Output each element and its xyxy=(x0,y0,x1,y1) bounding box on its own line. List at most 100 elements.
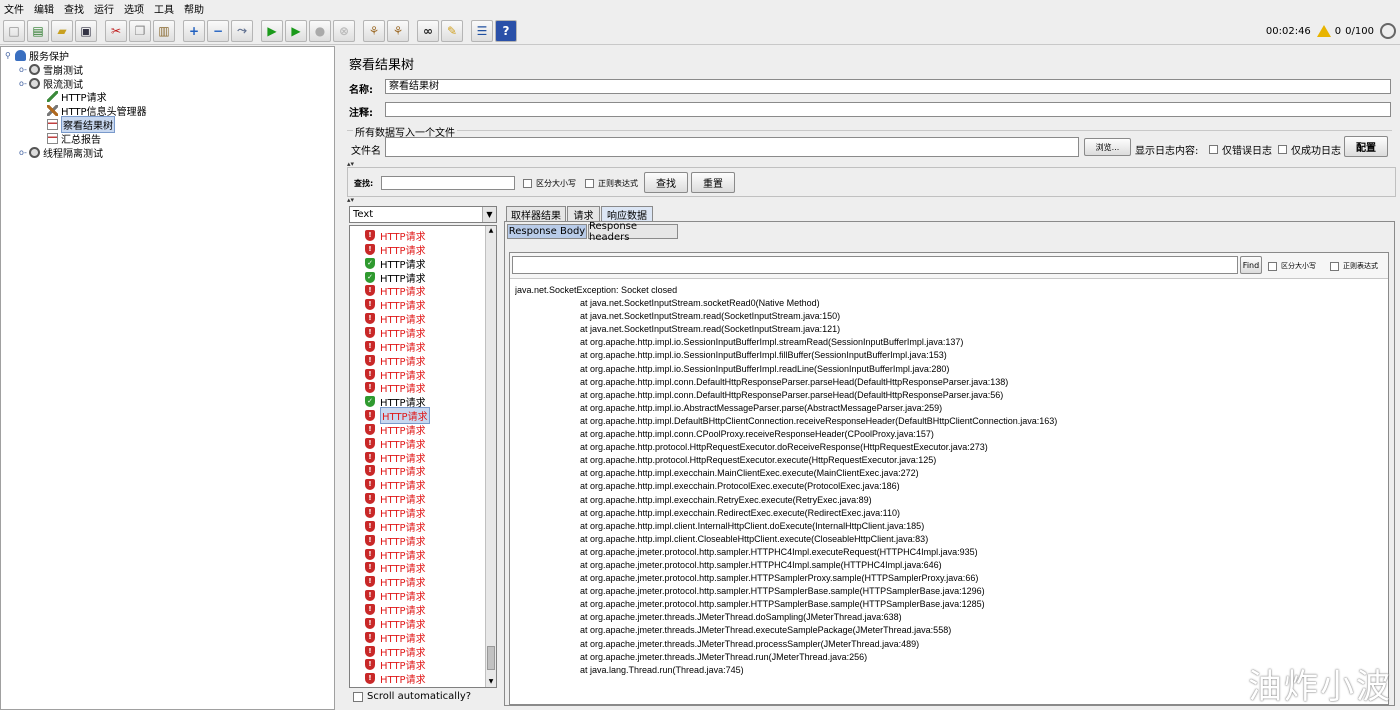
comment-field[interactable] xyxy=(385,102,1391,117)
templates-icon[interactable]: ▤ xyxy=(27,19,49,42)
result-list-item[interactable]: ! HTTP请求 xyxy=(365,229,426,243)
body-find-input[interactable] xyxy=(512,256,1238,274)
splitter-icon[interactable]: ▴▾ xyxy=(347,196,354,204)
result-list-item[interactable]: ! HTTP请求 xyxy=(365,478,426,492)
tree-node-avalanche[interactable]: o- 雪崩测试 xyxy=(19,63,83,77)
search-case-checkbox[interactable]: 区分大小写 xyxy=(523,178,576,189)
tree-node-isolation[interactable]: o- 线程隔离测试 xyxy=(19,146,103,160)
stop-icon[interactable]: ● xyxy=(309,19,331,42)
result-list-item[interactable]: ! HTTP请求 xyxy=(365,326,426,340)
start-no-pause-icon[interactable]: ▶ xyxy=(285,19,307,42)
remote-icon[interactable] xyxy=(1380,23,1396,39)
result-list-item[interactable]: ! HTTP请求 xyxy=(365,423,426,437)
expander-icon[interactable]: o- xyxy=(19,65,27,74)
result-list-item[interactable]: ! HTTP请求 xyxy=(365,437,426,451)
result-list-item[interactable]: ✓ HTTP请求 xyxy=(365,257,426,271)
tab-response-body[interactable]: Response Body xyxy=(507,224,587,239)
response-body-text[interactable]: java.net.SocketException: Socket closed … xyxy=(515,284,1385,702)
menu-search[interactable]: 查找 xyxy=(64,1,84,16)
tab-request[interactable]: 请求 xyxy=(567,206,600,222)
tree-node-http-request[interactable]: HTTP请求 xyxy=(47,90,107,104)
result-list-item[interactable]: ! HTTP请求 xyxy=(365,534,426,548)
result-list-item[interactable]: ! HTTP请求 xyxy=(365,672,426,686)
clear-all-icon[interactable]: ⚘ xyxy=(387,19,409,42)
body-regex-checkbox[interactable]: 正则表达式 xyxy=(1330,261,1378,271)
filename-field[interactable] xyxy=(385,137,1079,157)
menu-help[interactable]: 帮助 xyxy=(184,1,204,16)
search-icon[interactable]: ∞ xyxy=(417,19,439,42)
expander-icon[interactable]: ⚲ xyxy=(5,51,13,60)
result-list-item[interactable]: ! HTTP请求 xyxy=(365,603,426,617)
configure-button[interactable]: 配置 xyxy=(1344,136,1388,157)
menu-file[interactable]: 文件 xyxy=(4,1,24,16)
body-find-button[interactable]: Find xyxy=(1240,256,1262,274)
tree-node-plan[interactable]: ⚲ 服务保护 xyxy=(5,49,69,63)
result-list-item[interactable]: ! HTTP请求 xyxy=(365,354,426,368)
expander-icon[interactable]: o- xyxy=(19,79,27,88)
result-list-item[interactable]: ! HTTP请求 xyxy=(365,506,426,520)
open-icon[interactable]: ▰ xyxy=(51,19,73,42)
search-regex-checkbox[interactable]: 正则表达式 xyxy=(585,178,638,189)
tab-response-headers[interactable]: Response headers xyxy=(588,221,678,243)
menu-run[interactable]: 运行 xyxy=(94,1,114,16)
help-icon[interactable]: ? xyxy=(495,19,517,42)
result-list-item[interactable]: ! HTTP请求 xyxy=(365,284,426,298)
tab-sampler-result[interactable]: 取样器结果 xyxy=(506,206,566,222)
warning-icon[interactable] xyxy=(1316,25,1331,37)
result-list-item[interactable]: ! HTTP请求 xyxy=(365,340,426,354)
copy-icon[interactable]: ❐ xyxy=(129,19,151,42)
tree-node-result-tree[interactable]: 察看结果树 xyxy=(47,116,115,133)
tab-response-data[interactable]: 响应数据 xyxy=(601,206,653,222)
result-list-item[interactable]: ! HTTP请求 xyxy=(365,561,426,575)
name-field[interactable]: 察看结果树 xyxy=(385,79,1391,94)
scroll-up-icon[interactable]: ▲ xyxy=(486,226,496,236)
search-input[interactable] xyxy=(381,176,515,190)
result-list-item[interactable]: ! HTTP请求 xyxy=(365,645,426,659)
results-scrollbar[interactable]: ▲ ▼ xyxy=(485,226,496,687)
result-list-item[interactable]: ! HTTP请求 xyxy=(365,617,426,631)
cut-icon[interactable]: ✂ xyxy=(105,19,127,42)
result-list-item[interactable]: ! HTTP请求 xyxy=(365,492,426,506)
expander-icon[interactable]: o- xyxy=(19,148,27,157)
scroll-automatically-checkbox[interactable]: Scroll automatically? xyxy=(353,691,471,702)
result-list-item[interactable]: ! HTTP请求 xyxy=(365,451,426,465)
tree-node-summary-report[interactable]: 汇总报告 xyxy=(47,132,101,146)
menu-options[interactable]: 选项 xyxy=(124,1,144,16)
browse-button[interactable]: 浏览... xyxy=(1084,138,1131,156)
result-list-item[interactable]: ! HTTP请求 xyxy=(365,464,426,478)
result-list-item[interactable]: ! HTTP请求 xyxy=(365,368,426,382)
new-icon[interactable]: □ xyxy=(3,19,25,42)
expand-icon[interactable]: + xyxy=(183,19,205,42)
chevron-down-icon[interactable]: ▼ xyxy=(482,207,496,222)
result-list-item[interactable]: ! HTTP请求 xyxy=(365,312,426,326)
result-list-item[interactable]: ! HTTP请求 xyxy=(365,631,426,645)
result-list-item[interactable]: ! HTTP请求 xyxy=(365,243,426,257)
result-list-item[interactable]: ! HTTP请求 xyxy=(365,658,426,672)
save-icon[interactable]: ▣ xyxy=(75,19,97,42)
paste-icon[interactable]: ▥ xyxy=(153,19,175,42)
find-button[interactable]: 查找 xyxy=(644,172,688,193)
result-list-item[interactable]: ! HTTP请求 xyxy=(365,589,426,603)
menu-tools[interactable]: 工具 xyxy=(154,1,174,16)
renderer-select[interactable]: Text ▼ xyxy=(349,206,497,223)
result-list-item[interactable]: ✓ HTTP请求 xyxy=(365,271,426,285)
result-list-item[interactable]: ! HTTP请求 xyxy=(365,575,426,589)
scroll-down-icon[interactable]: ▼ xyxy=(486,677,496,687)
errors-only-checkbox[interactable]: 仅错误日志 xyxy=(1209,142,1272,157)
body-case-checkbox[interactable]: 区分大小写 xyxy=(1268,261,1316,271)
result-list-item[interactable]: ! HTTP请求 xyxy=(365,298,426,312)
result-list-item[interactable]: ! HTTP请求 xyxy=(365,407,430,425)
collapse-icon[interactable]: − xyxy=(207,19,229,42)
menu-edit[interactable]: 编辑 xyxy=(34,1,54,16)
toggle-icon[interactable]: ⤳ xyxy=(231,19,253,42)
result-list-item[interactable]: ! HTTP请求 xyxy=(365,520,426,534)
function-helper-icon[interactable]: ☰ xyxy=(471,19,493,42)
result-list-item[interactable]: ! HTTP请求 xyxy=(365,381,426,395)
success-only-checkbox[interactable]: 仅成功日志 xyxy=(1278,142,1341,157)
reset-button[interactable]: 重置 xyxy=(691,172,735,193)
reset-search-icon[interactable]: ✎ xyxy=(441,19,463,42)
result-list-item[interactable]: ! HTTP请求 xyxy=(365,548,426,562)
clear-icon[interactable]: ⚘ xyxy=(363,19,385,42)
scroll-thumb[interactable] xyxy=(487,646,495,670)
start-icon[interactable]: ▶ xyxy=(261,19,283,42)
